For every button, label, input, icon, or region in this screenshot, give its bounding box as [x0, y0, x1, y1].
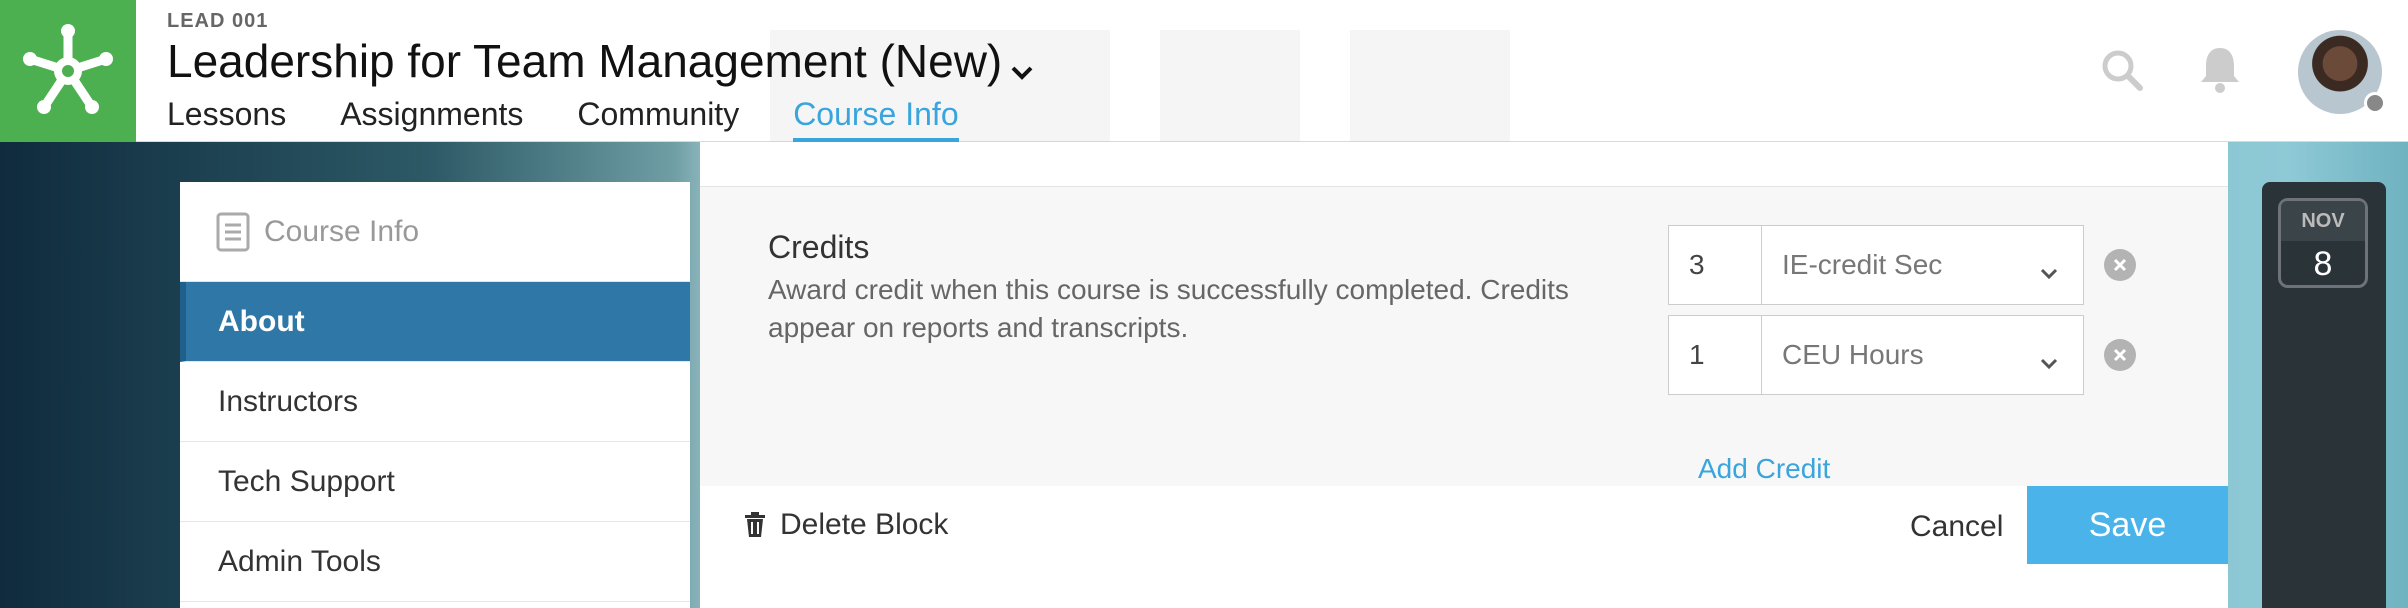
date-month: NOV [2281, 201, 2365, 241]
sidebar-heading: Course Info [180, 182, 690, 282]
tab-lessons[interactable]: Lessons [167, 94, 286, 138]
add-credit-link[interactable]: Add Credit [1698, 453, 1830, 485]
presence-status-dot [2364, 92, 2386, 114]
search-icon[interactable] [2100, 48, 2144, 97]
delete-block-button[interactable]: Delete Block [744, 508, 948, 542]
remove-credit-icon[interactable] [2104, 339, 2136, 371]
sidebar-heading-label: Course Info [264, 214, 420, 248]
credits-title: Credits [768, 229, 870, 265]
sidebar-item-admin-tools[interactable]: Admin Tools [180, 522, 690, 602]
credit-type-select[interactable]: IE-credit Sec [1762, 225, 2084, 305]
credit-amount-input[interactable]: 3 [1668, 225, 1762, 305]
app-logo[interactable] [0, 0, 136, 142]
course-title-dropdown[interactable]: Leadership for Team Management (New) [167, 34, 1034, 92]
course-nav: Lessons Assignments Community Course Inf… [167, 94, 1013, 142]
star-network-logo-icon [23, 24, 113, 114]
credit-type-value: CEU Hours [1782, 339, 1924, 370]
credit-row: 1 CEU Hours [1668, 315, 2084, 395]
header-background-image [1160, 30, 1300, 142]
credit-type-select[interactable]: CEU Hours [1762, 315, 2084, 395]
date-badge[interactable]: NOV 8 [2278, 198, 2368, 288]
cancel-button[interactable]: Cancel [1910, 510, 2003, 544]
bell-icon[interactable] [2198, 44, 2242, 99]
credit-row: 3 IE-credit Sec [1668, 225, 2084, 305]
course-info-sidebar: Course Info About Instructors Tech Suppo… [180, 182, 690, 608]
credit-type-value: IE-credit Sec [1782, 249, 1943, 280]
course-title: Leadership for Team Management (New) [167, 35, 1003, 87]
edit-block-panel: Credits Award credit when this course is… [700, 142, 2228, 608]
header-background-image [1350, 30, 1510, 142]
trash-icon [745, 512, 765, 537]
tab-community[interactable]: Community [577, 94, 739, 138]
chevron-down-icon [2039, 256, 2059, 288]
delete-block-label: Delete Block [780, 508, 949, 541]
credits-description: Award credit when this course is success… [768, 274, 1569, 343]
document-icon [216, 212, 250, 251]
calendar-panel: NOV 8 [2262, 182, 2386, 608]
top-bar: LEAD 001 Leadership for Team Management … [0, 0, 2408, 142]
date-day: 8 [2313, 245, 2333, 283]
chevron-down-icon [2039, 346, 2059, 378]
sidebar-item-about[interactable]: About [180, 282, 690, 362]
chevron-down-icon [1010, 38, 1034, 92]
save-button[interactable]: Save [2027, 486, 2228, 564]
remove-credit-icon[interactable] [2104, 249, 2136, 281]
tab-course-info[interactable]: Course Info [793, 94, 960, 142]
sidebar-item-tech-support[interactable]: Tech Support [180, 442, 690, 522]
course-code: LEAD 001 [167, 10, 269, 32]
credits-section: Credits Award credit when this course is… [700, 186, 2228, 488]
credit-amount-input[interactable]: 1 [1668, 315, 1762, 395]
tab-assignments[interactable]: Assignments [340, 94, 523, 138]
block-footer: Delete Block Cancel Save [700, 486, 2228, 564]
sidebar-item-instructors[interactable]: Instructors [180, 362, 690, 442]
